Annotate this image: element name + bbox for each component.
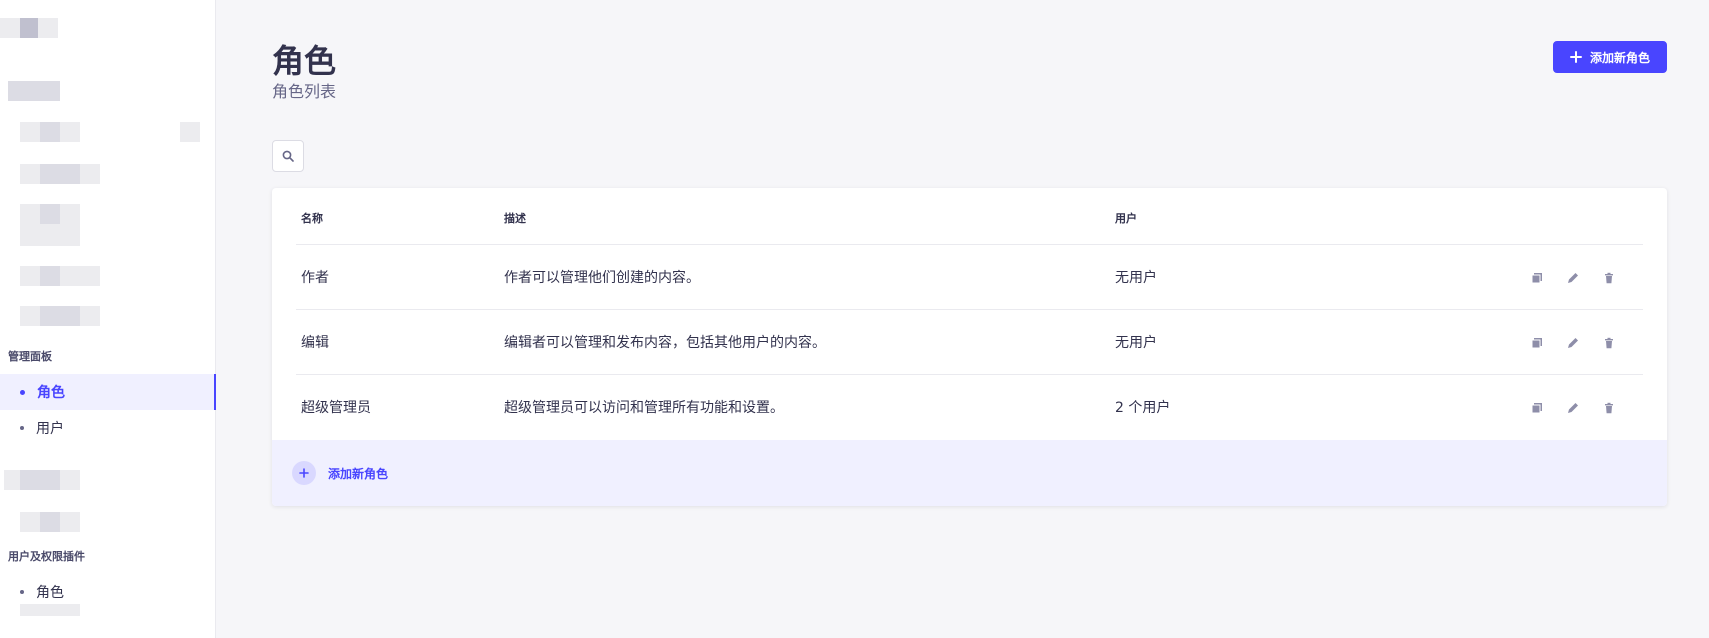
duplicate-icon[interactable] — [1529, 270, 1545, 286]
role-description: 超级管理员可以访问和管理所有功能和设置。 — [504, 400, 784, 416]
sidebar-blurred-item — [40, 122, 60, 142]
column-header-users: 用户 — [1115, 212, 1137, 225]
pencil-icon[interactable] — [1565, 335, 1581, 351]
column-header-description: 描述 — [504, 212, 526, 225]
add-role-row-label: 添加新角色 — [328, 466, 389, 481]
sidebar-blurred-item — [8, 81, 60, 101]
role-users: 无用户 — [1115, 335, 1157, 351]
sidebar-section-admin: 管理面板 — [8, 350, 52, 363]
bullet-icon — [20, 389, 25, 395]
duplicate-icon[interactable] — [1529, 335, 1545, 351]
sidebar-blurred-item — [40, 512, 60, 532]
pencil-icon[interactable] — [1565, 400, 1581, 416]
sidebar-item-label: 角色 — [36, 585, 64, 601]
role-users: 无用户 — [1115, 270, 1157, 286]
sidebar-blurred-item — [20, 470, 60, 490]
sidebar-item-label: 用户 — [36, 421, 64, 437]
plus-icon — [1569, 51, 1582, 63]
page-title: 角色 — [272, 42, 337, 80]
role-name: 编辑 — [301, 335, 329, 351]
trash-icon[interactable] — [1601, 335, 1617, 351]
sidebar-blurred-item — [40, 204, 60, 224]
row-divider — [296, 309, 1643, 310]
plus-circle-icon — [292, 461, 316, 485]
sidebar-blurred-item — [180, 122, 200, 142]
add-role-button[interactable]: 添加新角色 — [1553, 41, 1667, 73]
sidebar-blurred-logo-mark — [20, 18, 38, 38]
sidebar-item-roles[interactable]: 角色 — [0, 374, 216, 410]
sidebar-item-users[interactable]: 用户 — [0, 410, 216, 446]
role-name: 超级管理员 — [301, 400, 371, 416]
sidebar-blurred-item — [40, 306, 80, 326]
bullet-icon — [20, 426, 24, 430]
role-name: 作者 — [301, 270, 329, 286]
sidebar-blurred-item — [40, 164, 80, 184]
sidebar-blurred-item — [20, 604, 80, 616]
trash-icon[interactable] — [1601, 270, 1617, 286]
role-users: 2 个用户 — [1115, 400, 1171, 416]
sidebar-blurred-item — [40, 266, 60, 286]
search-button[interactable] — [272, 140, 304, 172]
duplicate-icon[interactable] — [1529, 400, 1545, 416]
sidebar-blurred-item — [20, 266, 100, 286]
sidebar-section-plugin: 用户及权限插件 — [8, 550, 85, 563]
row-divider — [296, 374, 1643, 375]
row-divider — [296, 244, 1643, 245]
roles-table: 名称 描述 用户 作者 作者可以管理他们创建的内容。 无用户 编辑 编辑者可以管… — [272, 188, 1667, 506]
add-role-row[interactable]: 添加新角色 — [272, 440, 1667, 506]
column-header-name: 名称 — [301, 212, 323, 225]
role-description: 作者可以管理他们创建的内容。 — [504, 270, 700, 286]
search-icon — [282, 150, 294, 162]
pencil-icon[interactable] — [1565, 270, 1581, 286]
sidebar-item-label: 角色 — [37, 385, 65, 401]
trash-icon[interactable] — [1601, 400, 1617, 416]
bullet-icon — [20, 590, 24, 594]
role-description: 编辑者可以管理和发布内容，包括其他用户的内容。 — [504, 335, 826, 351]
page-subtitle: 角色列表 — [272, 82, 337, 101]
add-role-button-label: 添加新角色 — [1589, 50, 1650, 65]
sidebar: 管理面板 角色 用户 用户及权限插件 角色 — [0, 0, 216, 638]
